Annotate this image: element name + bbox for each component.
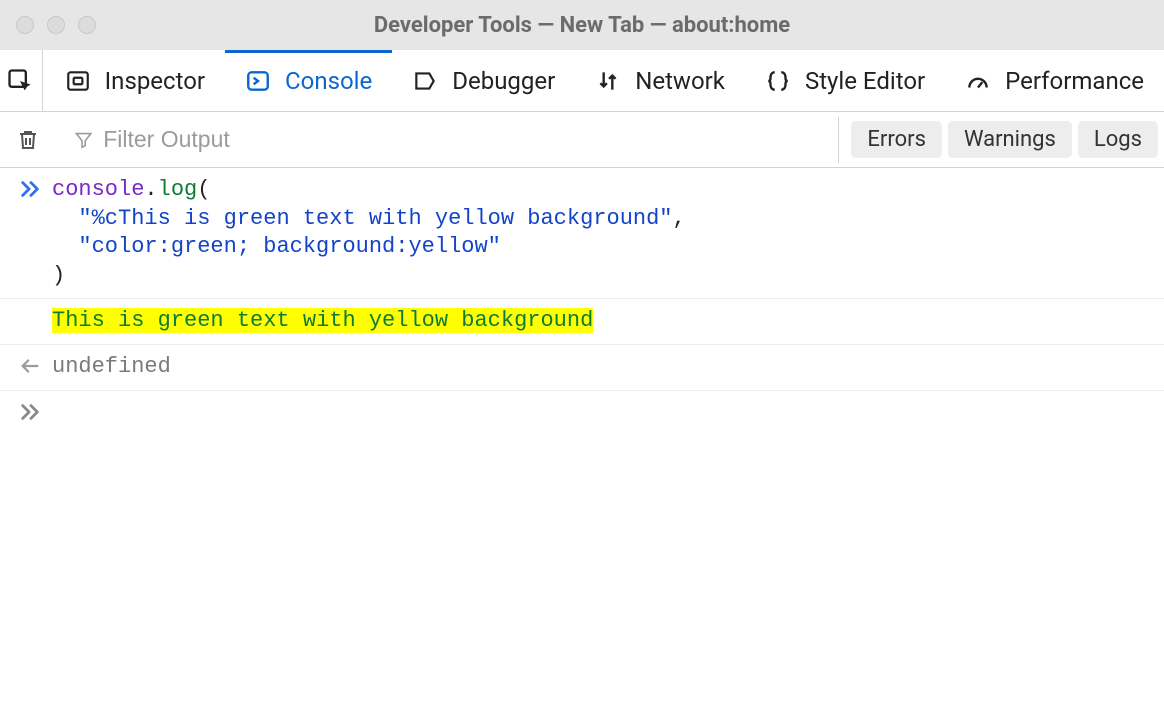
element-picker-icon — [6, 67, 34, 95]
console-output: console.log( "%cThis is green text with … — [0, 168, 1164, 431]
logs-toggle[interactable]: Logs — [1078, 121, 1158, 158]
debugger-icon — [412, 68, 438, 94]
tab-performance[interactable]: Performance — [945, 50, 1164, 111]
input-prompt-icon — [8, 399, 52, 423]
filter-input-wrapper — [60, 126, 838, 153]
style-editor-icon — [765, 68, 791, 94]
funnel-icon — [74, 129, 93, 151]
tab-style-editor[interactable]: Style Editor — [745, 50, 945, 111]
console-log-message: This is green text with yellow backgroun… — [52, 307, 1154, 336]
performance-icon — [965, 68, 991, 94]
inspector-icon — [65, 68, 91, 94]
tab-debugger[interactable]: Debugger — [392, 50, 575, 111]
tab-label: Debugger — [452, 67, 555, 95]
console-filter-bar: Errors Warnings Logs — [0, 112, 1164, 168]
tab-label: Network — [635, 67, 725, 95]
devtools-tabbar: Inspector Console Debugger Network — [0, 50, 1164, 112]
filter-output-input[interactable] — [103, 126, 824, 153]
tab-console[interactable]: Console — [225, 50, 392, 111]
tab-network[interactable]: Network — [575, 50, 745, 111]
minimize-window-button[interactable] — [47, 16, 65, 34]
tab-label: Console — [285, 67, 372, 95]
console-input-row[interactable]: console.log( "%cThis is green text with … — [0, 168, 1164, 299]
console-return-row: undefined — [0, 345, 1164, 391]
tab-label: Inspector — [105, 67, 205, 95]
separator — [838, 117, 839, 163]
window-titlebar: Developer Tools — New Tab — about:home — [0, 0, 1164, 50]
zoom-window-button[interactable] — [78, 16, 96, 34]
log-gutter — [8, 307, 52, 309]
console-prompt-row[interactable] — [0, 391, 1164, 431]
window-controls — [16, 16, 96, 34]
clear-console-button[interactable] — [0, 112, 55, 167]
errors-toggle[interactable]: Errors — [851, 121, 942, 158]
console-icon — [245, 68, 271, 94]
input-prompt-icon — [8, 176, 52, 200]
tab-label: Performance — [1005, 67, 1144, 95]
close-window-button[interactable] — [16, 16, 34, 34]
return-value: undefined — [52, 353, 1154, 382]
trash-icon — [16, 127, 40, 153]
separator — [42, 50, 43, 111]
window-title: Developer Tools — New Tab — about:home — [374, 13, 790, 38]
network-icon — [595, 68, 621, 94]
console-input-code: console.log( "%cThis is green text with … — [52, 176, 1154, 290]
log-level-toggles: Errors Warnings Logs — [838, 117, 1164, 163]
tab-label: Style Editor — [805, 67, 925, 95]
return-arrow-icon — [8, 353, 52, 377]
console-log-row: This is green text with yellow backgroun… — [0, 299, 1164, 345]
element-picker-button[interactable] — [0, 50, 40, 111]
warnings-toggle[interactable]: Warnings — [948, 121, 1072, 158]
tab-inspector[interactable]: Inspector — [45, 50, 225, 111]
